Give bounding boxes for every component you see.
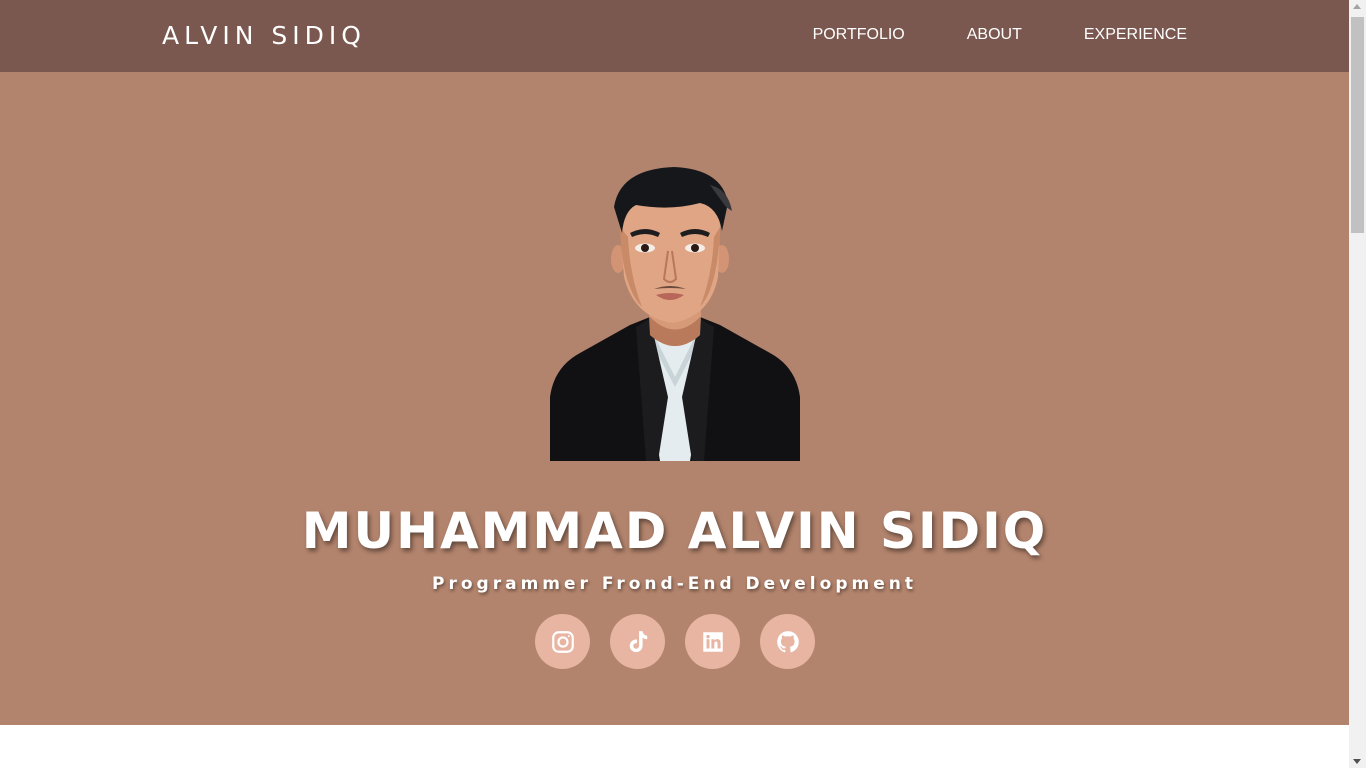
tiktok-icon	[629, 630, 647, 652]
github-icon	[776, 630, 799, 652]
hero-title: MUHAMMAD ALVIN SIDIQ	[301, 502, 1048, 560]
instagram-button[interactable]	[535, 614, 590, 669]
nav-link-about[interactable]: ABOUT	[967, 25, 1022, 45]
hero-section: MUHAMMAD ALVIN SIDIQ Programmer Frond-En…	[0, 72, 1349, 725]
nav-link-portfolio[interactable]: PORTFOLIO	[813, 25, 905, 45]
instagram-icon	[551, 630, 574, 653]
linkedin-icon	[702, 631, 723, 652]
social-links	[535, 614, 815, 669]
brand-logo[interactable]: ALVIN SIDIQ	[162, 20, 366, 52]
vertical-scrollbar[interactable]	[1349, 0, 1366, 768]
nav-link-experience[interactable]: EXPERIENCE	[1084, 25, 1187, 45]
navbar: ALVIN SIDIQ PORTFOLIO ABOUT EXPERIENCE	[0, 0, 1349, 72]
linkedin-button[interactable]	[685, 614, 740, 669]
github-button[interactable]	[760, 614, 815, 669]
scroll-thumb[interactable]	[1351, 17, 1364, 233]
hero-subtitle: Programmer Frond-End Development	[432, 574, 917, 594]
tiktok-button[interactable]	[610, 614, 665, 669]
scroll-up-arrow-icon[interactable]	[1353, 4, 1361, 9]
nav-links: PORTFOLIO ABOUT EXPERIENCE	[813, 25, 1187, 45]
profile-avatar-illustration	[550, 167, 800, 461]
scroll-down-arrow-icon[interactable]	[1353, 759, 1361, 764]
